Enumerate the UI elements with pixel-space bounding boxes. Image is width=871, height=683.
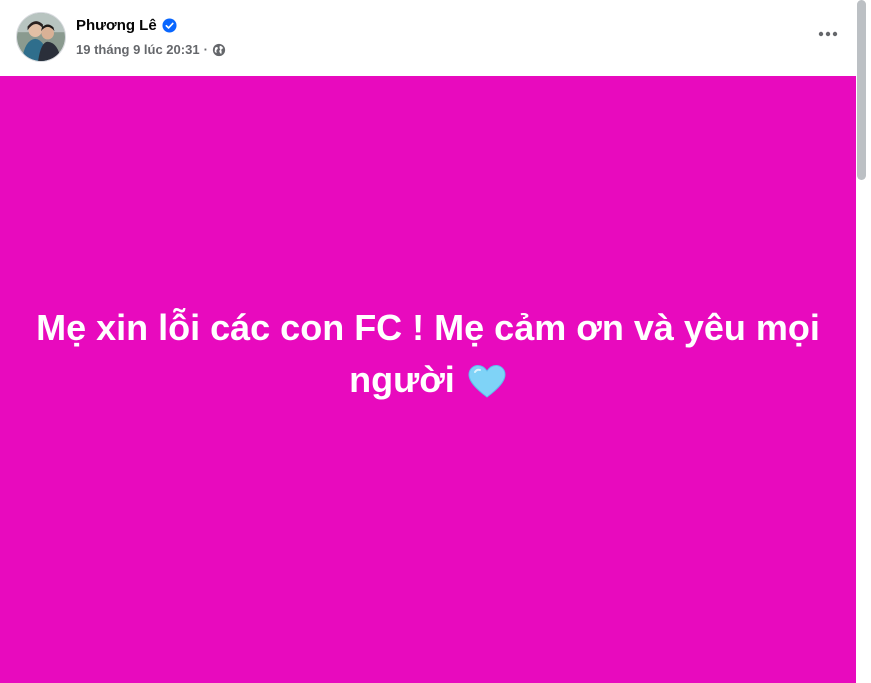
verified-badge-icon <box>162 17 177 33</box>
post-message: Mẹ xin lỗi các con FC ! Mẹ cảm ơn và yêu… <box>36 306 820 400</box>
post-colored-background: Mẹ xin lỗi các con FC ! Mẹ cảm ơn và yêu… <box>0 76 856 683</box>
facebook-post: Phương Lê 19 tháng 9 lúc 20:31 · Mẹ xin … <box>0 0 871 683</box>
light-blue-heart-icon <box>467 364 507 400</box>
avatar-photo <box>17 13 65 61</box>
post-meta: 19 tháng 9 lúc 20:31 · <box>76 41 226 58</box>
post-timestamp[interactable]: 19 tháng 9 lúc 20:31 <box>76 42 200 57</box>
globe-icon[interactable] <box>212 43 226 57</box>
more-options-button[interactable] <box>810 20 846 48</box>
post-header: Phương Lê 19 tháng 9 lúc 20:31 · <box>0 0 856 76</box>
meta-separator: · <box>203 42 208 57</box>
page-scrollbar[interactable] <box>856 0 871 683</box>
more-options-icon <box>818 31 838 37</box>
scrollbar-thumb[interactable] <box>857 0 866 180</box>
author-name[interactable]: Phương Lê <box>76 17 157 34</box>
author-row: Phương Lê <box>76 15 177 35</box>
author-avatar[interactable] <box>16 12 66 62</box>
post-text: Mẹ xin lỗi các con FC ! Mẹ cảm ơn và yêu… <box>20 302 836 406</box>
